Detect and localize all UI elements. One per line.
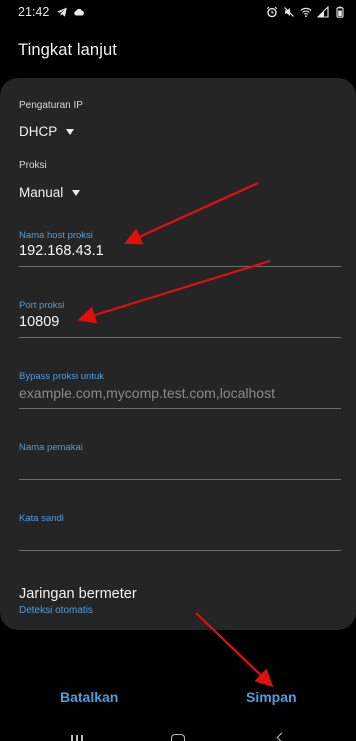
bypass-field[interactable]: example.com,mycomp.test.com,localhost [19,385,341,401]
ip-settings-label: Pengaturan IP [19,100,83,111]
back-icon[interactable] [276,732,287,741]
proxy-host-underline [19,266,341,267]
status-time: 21:42 [18,5,50,19]
battery-icon [334,6,346,18]
navigation-bar [0,730,356,741]
status-left: 21:42 [18,5,85,19]
status-right [266,6,346,18]
username-underline [19,479,341,480]
ip-settings-dropdown[interactable]: DHCP [19,124,75,139]
wifi-icon [300,6,312,18]
mute-icon [283,6,295,18]
status-bar: 21:42 [0,0,356,24]
metered-network-title[interactable]: Jaringan bermeter [19,586,137,602]
bypass-underline [19,408,341,409]
telegram-icon [56,6,68,18]
page-title: Tingkat lanjut [18,41,117,59]
password-underline [19,550,341,551]
caret-down-icon [72,189,81,196]
home-icon[interactable] [171,734,185,741]
ip-settings-value: DHCP [19,124,58,139]
signal-icon [317,6,329,18]
password-field[interactable] [19,527,341,549]
proxy-port-field[interactable]: 10809 [19,314,341,330]
proxy-port-underline [19,337,341,338]
metered-network-value: Deteksi otomatis [19,605,93,616]
proxy-dropdown[interactable]: Manual [19,185,81,200]
username-field[interactable] [19,456,341,478]
cancel-button[interactable]: Batalkan [60,689,118,705]
alarm-icon [266,6,278,18]
screen: 21:42 Tingkat lanjut Pengaturan IP DHCP … [0,0,356,741]
password-label: Kata sandi [19,513,64,524]
recents-icon[interactable] [71,735,85,741]
proxy-host-field[interactable]: 192.168.43.1 [19,243,341,259]
save-button[interactable]: Simpan [246,689,297,705]
proxy-label: Proksi [19,160,47,171]
cloud-icon [73,6,85,18]
bypass-label: Bypass proksi untuk [19,371,105,382]
caret-down-icon [66,128,75,135]
proxy-port-label: Port proksi [19,300,65,311]
username-label: Nama pemakai [19,442,83,453]
proxy-value: Manual [19,185,64,200]
advanced-settings-card: Pengaturan IP DHCP Proksi Manual Nama ho… [0,78,356,630]
proxy-host-label: Nama host proksi [19,230,93,241]
